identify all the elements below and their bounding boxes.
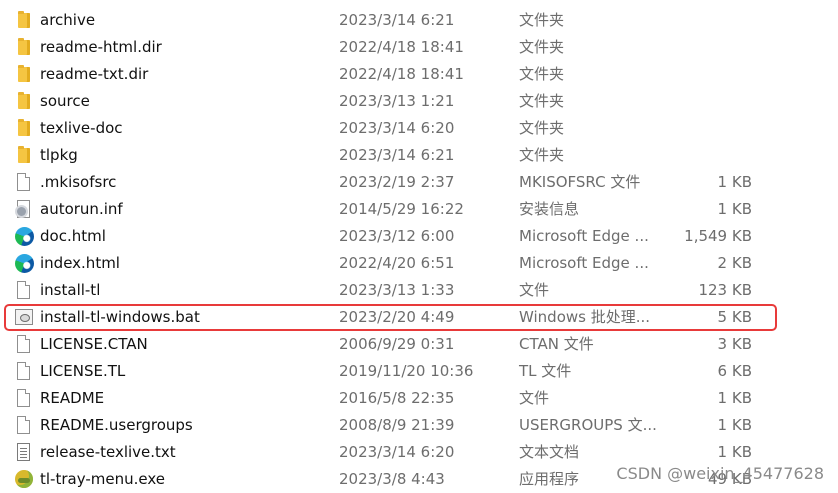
file-modified-date: 2023/3/14 6:21 [339, 146, 455, 164]
file-name: .mkisofsrc [40, 173, 117, 191]
file-type: 安装信息 [519, 200, 580, 218]
file-modified-date: 2023/3/13 1:21 [339, 92, 455, 110]
file-row[interactable]: release-texlive.txt 2023/3/14 6:20 文本文档 1 K… [0, 439, 838, 466]
file-row[interactable]: source 2023/3/13 1:21 文件夹 [0, 88, 838, 115]
file-modified-date: 2023/3/14 6:20 [339, 443, 455, 461]
file-name: install-tl [40, 281, 101, 299]
file-icon [14, 169, 34, 196]
folder-icon [14, 34, 34, 61]
file-name: texlive-doc [40, 119, 123, 137]
file-size: 1,549 KB [684, 227, 752, 245]
file-row[interactable]: install-tl 2023/3/13 1:33 文件 123 KB [0, 277, 838, 304]
file-row[interactable]: index.html 2022/4/20 6:51 Microsoft Edge .… [0, 250, 838, 277]
file-type: 文件夹 [519, 38, 565, 56]
file-row[interactable]: README.usergroups 2008/8/9 21:39 USERGROUP… [0, 412, 838, 439]
file-size: 1 KB [717, 416, 752, 434]
file-icon [14, 412, 34, 439]
file-type: USERGROUPS 文... [519, 416, 657, 434]
file-modified-date: 2022/4/18 18:41 [339, 65, 464, 83]
file-type: 文件夹 [519, 92, 565, 110]
folder-icon [14, 7, 34, 34]
file-type: 文件夹 [519, 146, 565, 164]
file-icon [14, 358, 34, 385]
file-modified-date: 2023/3/8 4:43 [339, 470, 445, 488]
file-type: 文件夹 [519, 119, 565, 137]
watermark: CSDN @weixin_45477628 [616, 464, 824, 483]
file-name: index.html [40, 254, 120, 272]
file-modified-date: 2023/3/13 1:33 [339, 281, 455, 299]
file-modified-date: 2014/5/29 16:22 [339, 200, 464, 218]
file-modified-date: 2006/9/29 0:31 [339, 335, 455, 353]
file-type: 文件夹 [519, 65, 565, 83]
file-name: README.usergroups [40, 416, 193, 434]
file-modified-date: 2023/3/14 6:20 [339, 119, 455, 137]
file-name: archive [40, 11, 96, 29]
file-name: tlpkg [40, 146, 78, 164]
file-modified-date: 2023/3/14 6:21 [339, 11, 455, 29]
selection-highlight-box [4, 304, 777, 331]
file-type: Microsoft Edge ... [519, 254, 649, 272]
file-name: release-texlive.txt [40, 443, 176, 461]
application-icon [14, 466, 34, 493]
folder-icon [14, 61, 34, 88]
file-row[interactable]: .mkisofsrc 2023/2/19 2:37 MKISOFSRC 文件 1 KB [0, 169, 838, 196]
file-type: Microsoft Edge ... [519, 227, 649, 245]
file-size: 2 KB [717, 254, 752, 272]
file-modified-date: 2019/11/20 10:36 [339, 362, 474, 380]
file-name: doc.html [40, 227, 106, 245]
file-type: MKISOFSRC 文件 [519, 173, 641, 191]
file-icon [14, 331, 34, 358]
file-name: LICENSE.CTAN [40, 335, 148, 353]
file-type: 文件 [519, 389, 550, 407]
edge-icon [14, 250, 34, 277]
file-modified-date: 2023/3/12 6:00 [339, 227, 455, 245]
file-row[interactable]: LICENSE.CTAN 2006/9/29 0:31 CTAN 文件 3 KB [0, 331, 838, 358]
file-type: 文件 [519, 281, 550, 299]
file-row[interactable]: doc.html 2023/3/12 6:00 Microsoft Edge ...… [0, 223, 838, 250]
file-name: tl-tray-menu.exe [40, 470, 165, 488]
file-name: readme-html.dir [40, 38, 162, 56]
file-name: source [40, 92, 90, 110]
text-document-icon [14, 439, 34, 466]
file-modified-date: 2022/4/20 6:51 [339, 254, 455, 272]
settings-file-icon [14, 196, 34, 223]
file-name: LICENSE.TL [40, 362, 126, 380]
file-row[interactable]: tlpkg 2023/3/14 6:21 文件夹 [0, 142, 838, 169]
file-modified-date: 2016/5/8 22:35 [339, 389, 455, 407]
file-modified-date: 2023/2/19 2:37 [339, 173, 455, 191]
folder-icon [14, 142, 34, 169]
file-row[interactable]: readme-txt.dir 2022/4/18 18:41 文件夹 [0, 61, 838, 88]
file-icon [14, 385, 34, 412]
folder-icon [14, 115, 34, 142]
file-type: 文本文档 [519, 443, 580, 461]
file-row[interactable]: texlive-doc 2023/3/14 6:20 文件夹 [0, 115, 838, 142]
file-modified-date: 2022/4/18 18:41 [339, 38, 464, 56]
file-size: 1 KB [717, 200, 752, 218]
file-type: TL 文件 [519, 362, 572, 380]
file-name: autorun.inf [40, 200, 123, 218]
file-icon [14, 277, 34, 304]
file-list: archive 2023/3/14 6:21 文件夹 readme-html.dir 2… [0, 7, 838, 493]
file-size: 1 KB [717, 173, 752, 191]
file-size: 1 KB [717, 389, 752, 407]
file-row[interactable]: LICENSE.TL 2019/11/20 10:36 TL 文件 6 KB [0, 358, 838, 385]
file-row[interactable]: autorun.inf 2014/5/29 16:22 安装信息 1 KB [0, 196, 838, 223]
file-size: 3 KB [717, 335, 752, 353]
file-row[interactable]: archive 2023/3/14 6:21 文件夹 [0, 7, 838, 34]
file-size: 123 KB [698, 281, 752, 299]
file-row[interactable]: readme-html.dir 2022/4/18 18:41 文件夹 [0, 34, 838, 61]
file-modified-date: 2008/8/9 21:39 [339, 416, 455, 434]
edge-icon [14, 223, 34, 250]
file-name: readme-txt.dir [40, 65, 149, 83]
file-type: 文件夹 [519, 11, 565, 29]
file-size: 1 KB [717, 443, 752, 461]
file-type: CTAN 文件 [519, 335, 594, 353]
file-type: 应用程序 [519, 470, 580, 488]
file-size: 6 KB [717, 362, 752, 380]
file-row[interactable]: README 2016/5/8 22:35 文件 1 KB [0, 385, 838, 412]
file-name: README [40, 389, 105, 407]
folder-icon [14, 88, 34, 115]
